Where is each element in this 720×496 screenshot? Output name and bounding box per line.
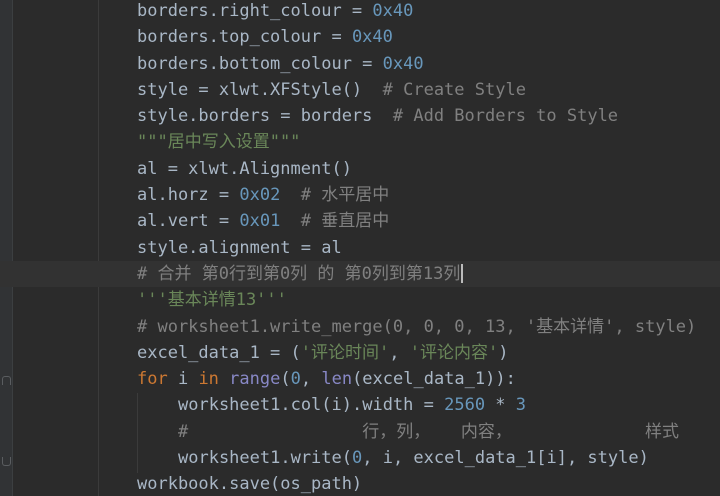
code-token: 2560 [444, 395, 486, 416]
code-line[interactable]: worksheet1.write(0, i, excel_data_1[i], … [137, 445, 720, 471]
code-token: '评论时间' [300, 342, 390, 363]
code-token: # 行，列， 内容， 样式 [178, 421, 679, 442]
code-token: '''基本详情13''' [137, 290, 287, 311]
code-token: (excel_data_1)): [352, 369, 516, 390]
code-token: for [137, 369, 168, 390]
text-caret [461, 264, 464, 284]
code-token: al = xlwt.Alignment() [137, 158, 352, 179]
code-line[interactable]: worksheet1.col(i).width = 2560 * 3 [137, 392, 720, 418]
code-line[interactable]: al.horz = 0x02 # 水平居中 [137, 182, 720, 208]
code-token: ( [280, 369, 291, 390]
code-token: , i, excel_data_1[i], style) [362, 448, 649, 469]
code-line[interactable]: borders.top_colour = 0x40 [137, 24, 720, 50]
code-token: # worksheet1.write_merge(0, 0, 0, 13, '基… [137, 316, 697, 337]
code-token: borders.right_colour = [137, 1, 373, 21]
code-line[interactable]: style.borders = borders # Add Borders to… [137, 103, 720, 129]
code-token: range [229, 369, 281, 390]
code-token: al.horz = [137, 185, 240, 206]
code-line[interactable]: style = xlwt.XFStyle() # Create Style [137, 77, 720, 103]
code-token: style.alignment = al [137, 237, 342, 258]
code-token: workbook.save(os_path) [137, 474, 363, 495]
code-token: i [167, 369, 199, 390]
code-token: ) [498, 342, 509, 363]
code-token: style = xlwt.XFStyle() [137, 79, 383, 100]
code-token: 0 [290, 369, 301, 390]
code-token: len [321, 369, 353, 390]
code-line[interactable]: # 行，列， 内容， 样式 [137, 419, 720, 445]
fold-open-icon[interactable] [2, 376, 11, 385]
code-token: excel_data_1 = ( [137, 342, 301, 363]
code-token: worksheet1.write( [178, 448, 352, 469]
code-token: al.vert = [137, 211, 240, 232]
code-token: # Add Borders to Style [392, 106, 619, 127]
code-token: worksheet1.col(i).width = [178, 395, 445, 416]
code-line[interactable]: """居中写入设置""" [137, 129, 720, 155]
code-editor[interactable]: borders.right_colour = 0x40 borders.top_c… [0, 0, 720, 496]
code-line[interactable]: for i in range(0, len(excel_data_1)): [137, 366, 720, 392]
code-line[interactable]: borders.right_colour = 0x40 [137, 0, 720, 24]
code-token: 3 [515, 395, 527, 416]
code-area[interactable]: borders.right_colour = 0x40 borders.top_c… [0, 0, 720, 496]
editor-gutter[interactable] [0, 0, 13, 496]
code-token: # 垂直居中 [300, 211, 390, 232]
code-token: 0x40 [372, 1, 414, 21]
code-token: in [198, 369, 219, 390]
indent-guide [98, 0, 99, 496]
code-token: borders.bottom_colour = [137, 53, 383, 74]
code-line[interactable]: # 合并 第0行到第0列 的 第0列到第13列 [0, 260, 720, 288]
code-token: # 合并 第0行到第0列 的 第0列到第13列 [137, 263, 461, 284]
code-line[interactable]: excel_data_1 = ('评论时间', '评论内容') [137, 340, 720, 366]
code-token: 0 [352, 448, 363, 469]
code-token: style.borders = borders [137, 106, 393, 127]
code-token: 0x40 [382, 53, 424, 74]
code-line[interactable]: style.alignment = al [137, 235, 720, 261]
code-token: # 水平居中 [300, 185, 390, 206]
code-token: 0x40 [351, 27, 393, 48]
code-token: """居中写入设置""" [137, 132, 301, 153]
fold-close-icon[interactable] [2, 457, 11, 466]
code-token: * [485, 395, 516, 416]
code-line[interactable]: borders.bottom_colour = 0x40 [137, 51, 720, 77]
code-token: , [300, 369, 322, 390]
code-line[interactable]: al = xlwt.Alignment() [137, 156, 720, 182]
code-line[interactable]: '''基本详情13''' [137, 287, 720, 313]
code-token: '评论内容' [409, 342, 499, 363]
code-line[interactable]: al.vert = 0x01 # 垂直居中 [137, 208, 720, 234]
code-token: # Create Style [382, 79, 526, 100]
code-token: 0x02 [239, 185, 281, 206]
code-token: borders.top_colour = [137, 27, 352, 48]
code-line[interactable]: workbook.save(os_path) [137, 471, 720, 496]
code-line[interactable]: # worksheet1.write_merge(0, 0, 0, 13, '基… [137, 314, 720, 340]
code-token: , [389, 342, 410, 363]
code-token: 0x01 [239, 211, 281, 232]
